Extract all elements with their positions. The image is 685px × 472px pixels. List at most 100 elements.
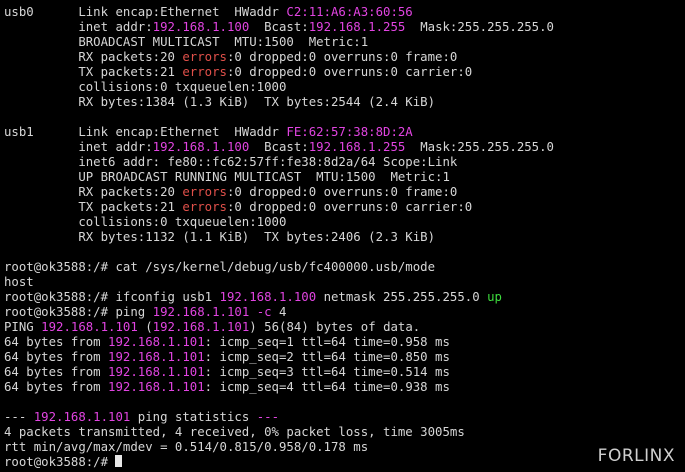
terminal-text: UP BROADCAST RUNNING MULTICAST MTU:1500 … (4, 170, 450, 184)
terminal-text: Mask:255.255.255.0 (405, 20, 554, 34)
terminal-text: Bcast: (249, 20, 309, 34)
highlighted-text: 192.168.1.101 (108, 350, 205, 364)
terminal-text: root@ok3588:/# ping (4, 305, 153, 319)
terminal-text: collisions:0 txqueuelen:1000 (4, 215, 287, 229)
terminal-text: usb1 Link encap:Ethernet HWaddr (4, 125, 287, 139)
terminal-line: --- 192.168.1.101 ping statistics --- (4, 410, 684, 425)
terminal-line: 64 bytes from 192.168.1.101: icmp_seq=2 … (4, 350, 684, 365)
highlighted-text: 192.168.1.100 (219, 290, 317, 304)
terminal-line: 64 bytes from 192.168.1.101: icmp_seq=4 … (4, 380, 684, 395)
terminal-text: inet6 addr: fe80::fc62:57ff:fe38:8d2a/64… (4, 155, 458, 169)
terminal-line: RX bytes:1384 (1.3 KiB) TX bytes:2544 (2… (4, 95, 684, 110)
terminal-text: Bcast: (249, 140, 309, 154)
terminal-line: host (4, 275, 684, 290)
highlighted-text: 192.168.1.255 (308, 20, 406, 34)
terminal-text: : icmp_seq=2 ttl=64 time=0.850 ms (204, 350, 450, 364)
terminal-text: : icmp_seq=3 ttl=64 time=0.514 ms (204, 365, 450, 379)
terminal-text: 64 bytes from (4, 335, 109, 349)
terminal-text: netmask 255.255.255.0 (316, 290, 488, 304)
terminal-text: PING (4, 320, 42, 334)
highlighted-text: 192.168.1.101 (152, 305, 250, 319)
terminal-line: TX packets:21 errors:0 dropped:0 overrun… (4, 200, 684, 215)
terminal-line: 64 bytes from 192.168.1.101: icmp_seq=3 … (4, 365, 684, 380)
highlighted-text: 192.168.1.101 (108, 365, 205, 379)
terminal-text: BROADCAST MULTICAST MTU:1500 Metric:1 (4, 35, 369, 49)
terminal-text: TX packets:21 (4, 65, 183, 79)
highlighted-text: up (487, 290, 502, 304)
terminal-line: RX packets:20 errors:0 dropped:0 overrun… (4, 50, 684, 65)
terminal-line: RX bytes:1132 (1.1 KiB) TX bytes:2406 (2… (4, 230, 684, 245)
highlighted-text: 192.168.1.100 (152, 20, 250, 34)
terminal-text: RX packets:20 (4, 50, 183, 64)
terminal-line: collisions:0 txqueuelen:1000 (4, 80, 684, 95)
terminal-text: RX packets:20 (4, 185, 183, 199)
terminal-line: PING 192.168.1.101 (192.168.1.101) 56(84… (4, 320, 684, 335)
highlighted-text: 192.168.1.101 (152, 320, 250, 334)
terminal-line: root@ok3588:/# (4, 455, 684, 470)
highlighted-text: errors (182, 185, 227, 199)
highlighted-text: 192.168.1.101 (33, 410, 131, 424)
terminal-cursor (115, 455, 123, 467)
highlighted-text: -c (256, 305, 272, 319)
highlighted-text: 192.168.1.101 (41, 320, 138, 334)
terminal-line: 64 bytes from 192.168.1.101: icmp_seq=1 … (4, 335, 684, 350)
terminal-text: collisions:0 txqueuelen:1000 (4, 80, 287, 94)
terminal-text: 64 bytes from (4, 380, 109, 394)
terminal-text: : icmp_seq=4 ttl=64 time=0.938 ms (204, 380, 450, 394)
terminal-text: root@ok3588:/# (4, 455, 116, 469)
terminal-line: root@ok3588:/# ping 192.168.1.101 -c 4 (4, 305, 684, 320)
terminal-line: inet addr:192.168.1.100 Bcast:192.168.1.… (4, 20, 684, 35)
terminal-line: root@ok3588:/# cat /sys/kernel/debug/usb… (4, 260, 684, 275)
terminal-text: Mask:255.255.255.0 (405, 140, 554, 154)
highlighted-text: 192.168.1.100 (152, 140, 250, 154)
terminal-line: inet6 addr: fe80::fc62:57ff:fe38:8d2a/64… (4, 155, 684, 170)
highlighted-text: 192.168.1.101 (108, 380, 205, 394)
highlighted-text: FE:62:57:38:8D:2A (286, 125, 413, 139)
terminal-line: RX packets:20 errors:0 dropped:0 overrun… (4, 185, 684, 200)
terminal-text: :0 dropped:0 overruns:0 carrier:0 (226, 200, 473, 214)
terminal-text: inet addr: (4, 20, 153, 34)
terminal-output[interactable]: usb0 Link encap:Ethernet HWaddr C2:11:A6… (4, 5, 684, 471)
terminal-line: UP BROADCAST RUNNING MULTICAST MTU:1500 … (4, 170, 684, 185)
terminal-line: rtt min/avg/max/mdev = 0.514/0.815/0.958… (4, 440, 684, 455)
terminal-text: 64 bytes from (4, 365, 109, 379)
highlighted-text: errors (182, 50, 227, 64)
terminal-text: TX packets:21 (4, 200, 183, 214)
terminal-text: :0 dropped:0 overruns:0 frame:0 (226, 50, 458, 64)
terminal-text: usb0 Link encap:Ethernet HWaddr (4, 5, 287, 19)
highlighted-text: --- (256, 410, 279, 424)
highlighted-text: errors (182, 65, 227, 79)
terminal-text: rtt min/avg/max/mdev = 0.514/0.815/0.958… (4, 440, 369, 454)
terminal-text: --- (4, 410, 34, 424)
terminal-text: RX bytes:1384 (1.3 KiB) TX bytes:2544 (2… (4, 95, 436, 109)
terminal-text: ( (137, 320, 153, 334)
terminal-text: 4 (271, 305, 287, 319)
terminal-text: root@ok3588:/# cat /sys/kernel/debug/usb… (4, 260, 436, 274)
terminal-text: :0 dropped:0 overruns:0 frame:0 (226, 185, 458, 199)
highlighted-text: 192.168.1.255 (308, 140, 406, 154)
highlighted-text: 192.168.1.101 (108, 335, 205, 349)
terminal-text: inet addr: (4, 140, 153, 154)
highlighted-text: errors (182, 200, 227, 214)
terminal-text: ping statistics (130, 410, 257, 424)
watermark-logo: FORLINX (597, 446, 675, 466)
terminal-line: usb0 Link encap:Ethernet HWaddr C2:11:A6… (4, 5, 684, 20)
terminal-text: RX bytes:1132 (1.1 KiB) TX bytes:2406 (2… (4, 230, 436, 244)
terminal-line: inet addr:192.168.1.100 Bcast:192.168.1.… (4, 140, 684, 155)
terminal-line: usb1 Link encap:Ethernet HWaddr FE:62:57… (4, 125, 684, 140)
highlighted-text: C2:11:A6:A3:60:56 (286, 5, 413, 19)
terminal-text: host (4, 275, 34, 289)
terminal-text: 64 bytes from (4, 350, 109, 364)
terminal-line: 4 packets transmitted, 4 received, 0% pa… (4, 425, 684, 440)
terminal-text: root@ok3588:/# ifconfig usb1 (4, 290, 220, 304)
terminal-line: TX packets:21 errors:0 dropped:0 overrun… (4, 65, 684, 80)
terminal-text: : icmp_seq=1 ttl=64 time=0.958 ms (204, 335, 450, 349)
terminal-text: :0 dropped:0 overruns:0 carrier:0 (226, 65, 473, 79)
terminal-text: ) 56(84) bytes of data. (249, 320, 421, 334)
terminal-line: collisions:0 txqueuelen:1000 (4, 215, 684, 230)
terminal-line: root@ok3588:/# ifconfig usb1 192.168.1.1… (4, 290, 684, 305)
